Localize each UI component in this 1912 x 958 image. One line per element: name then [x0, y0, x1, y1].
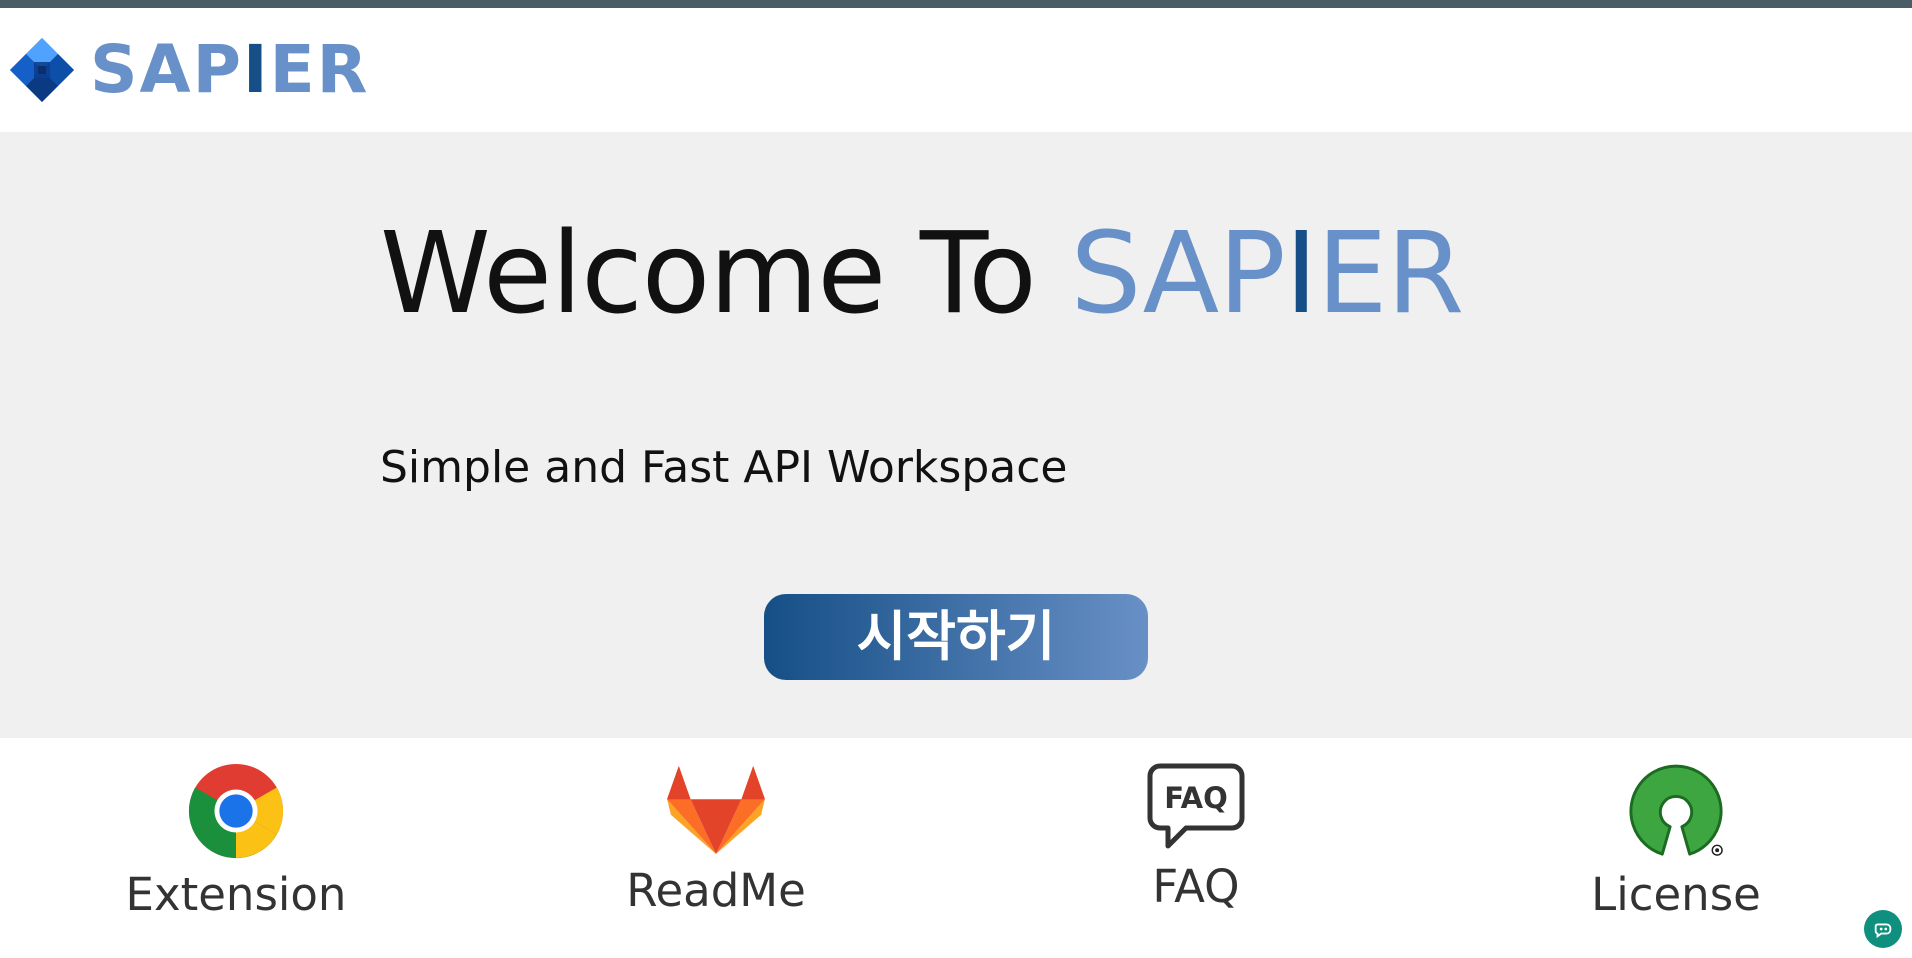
hero-section: Welcome To SAPIER Simple and Fast API Wo… [0, 132, 1912, 738]
logo-text-sap: SAP [90, 31, 243, 108]
links-section: Extension ReadMe FAQ FAQ License [0, 738, 1912, 958]
assistant-button[interactable] [1864, 910, 1902, 948]
faq-icon-text: FAQ [1164, 781, 1228, 815]
license-link[interactable]: License [1546, 762, 1806, 917]
logo-text-i: I [243, 31, 270, 108]
readme-label: ReadMe [626, 864, 806, 917]
window-top-bar [0, 0, 1912, 8]
extension-label: Extension [125, 868, 347, 921]
faq-link[interactable]: FAQ FAQ [1066, 762, 1326, 909]
sapier-diamond-icon [10, 38, 74, 102]
chrome-icon [188, 763, 284, 859]
readme-link[interactable]: ReadMe [586, 764, 846, 913]
hero-subtitle: Simple and Fast API Workspace [380, 442, 1068, 493]
hero-title-brand-sap: SAP [1070, 209, 1285, 339]
open-source-icon [1629, 764, 1723, 856]
assistant-icon [1874, 923, 1892, 939]
sapier-logo[interactable]: SAPIER [8, 36, 369, 104]
hero-title-prefix: Welcome To [380, 209, 1071, 339]
extension-link[interactable]: Extension [106, 762, 366, 917]
gitlab-icon [667, 765, 765, 855]
site-header: SAPIER [0, 8, 1912, 132]
logo-wordmark: SAPIER [90, 37, 369, 103]
hero-title: Welcome To SAPIER [380, 218, 1464, 330]
logo-text-er: ER [269, 31, 370, 108]
hero-title-brand-er: ER [1316, 209, 1465, 339]
faq-icon: FAQ [1147, 763, 1245, 849]
hero-title-brand-i: I [1284, 209, 1318, 339]
faq-label: FAQ [1152, 860, 1240, 913]
start-button[interactable]: 시작하기 [764, 594, 1148, 680]
license-label: License [1591, 868, 1761, 921]
